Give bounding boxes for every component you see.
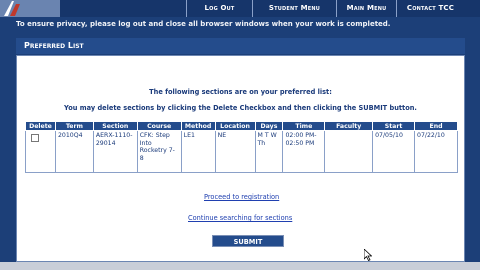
col-header-term: Term	[54, 121, 94, 131]
end-cell: 07/22/10	[414, 130, 458, 173]
days-cell: M T W Th	[254, 130, 284, 173]
table-header-row: Delete Term Section Course Method Locati…	[25, 121, 458, 131]
delete-cell	[25, 130, 56, 173]
delete-checkbox[interactable]	[31, 134, 39, 142]
window-bottom-edge	[0, 262, 480, 270]
col-header-start: Start	[372, 121, 416, 131]
proceed-to-registration-link[interactable]: Proceed to registration	[204, 193, 279, 201]
term-cell: 2010Q4	[54, 130, 94, 173]
preferred-list-panel: The following sections are on your prefe…	[16, 55, 465, 262]
col-header-course: Course	[136, 121, 182, 131]
course-cell: CFK: Step Into Rocketry 7-8	[136, 130, 182, 173]
section-cell: AERX-1110-29014	[92, 130, 138, 173]
top-navigation-bar: Log Out Student Menu Main Menu Contact T…	[0, 0, 480, 17]
contact-tcc-link[interactable]: Contact TCC	[396, 0, 464, 17]
col-header-end: End	[414, 121, 458, 131]
college-logo-icon	[4, 1, 20, 16]
time-cell: 02:00 PM-02:50 PM	[282, 130, 326, 173]
table-row: 2010Q4 AERX-1110-29014 CFK: Step Into Ro…	[25, 130, 458, 173]
col-header-section: Section	[92, 121, 138, 131]
intro-line-2: You may delete sections by clicking the …	[64, 104, 417, 112]
privacy-notice: To ensure privacy, please log out and cl…	[16, 20, 391, 28]
location-cell: NE	[214, 130, 256, 173]
intro-line-1: The following sections are on your prefe…	[149, 88, 332, 96]
preferred-sections-table: Delete Term Section Course Method Locati…	[25, 121, 458, 173]
page-title-bar: Preferred List	[16, 38, 465, 54]
student-menu-link[interactable]: Student Menu	[252, 0, 336, 17]
page-title: Preferred List	[24, 41, 84, 50]
col-header-delete: Delete	[25, 121, 56, 131]
start-cell: 07/05/10	[372, 130, 416, 173]
mouse-pointer-icon	[364, 249, 372, 261]
faculty-cell	[324, 130, 374, 173]
main-menu-link[interactable]: Main Menu	[336, 0, 396, 17]
col-header-location: Location	[214, 121, 256, 131]
submit-button[interactable]: SUBMIT	[212, 235, 284, 247]
continue-searching-link[interactable]: Continue searching for sections	[188, 214, 292, 222]
col-header-faculty: Faculty	[324, 121, 374, 131]
col-header-time: Time	[282, 121, 326, 131]
col-header-method: Method	[180, 121, 216, 131]
col-header-days: Days	[254, 121, 284, 131]
logout-link[interactable]: Log Out	[186, 0, 252, 17]
method-cell: LE1	[180, 130, 216, 173]
